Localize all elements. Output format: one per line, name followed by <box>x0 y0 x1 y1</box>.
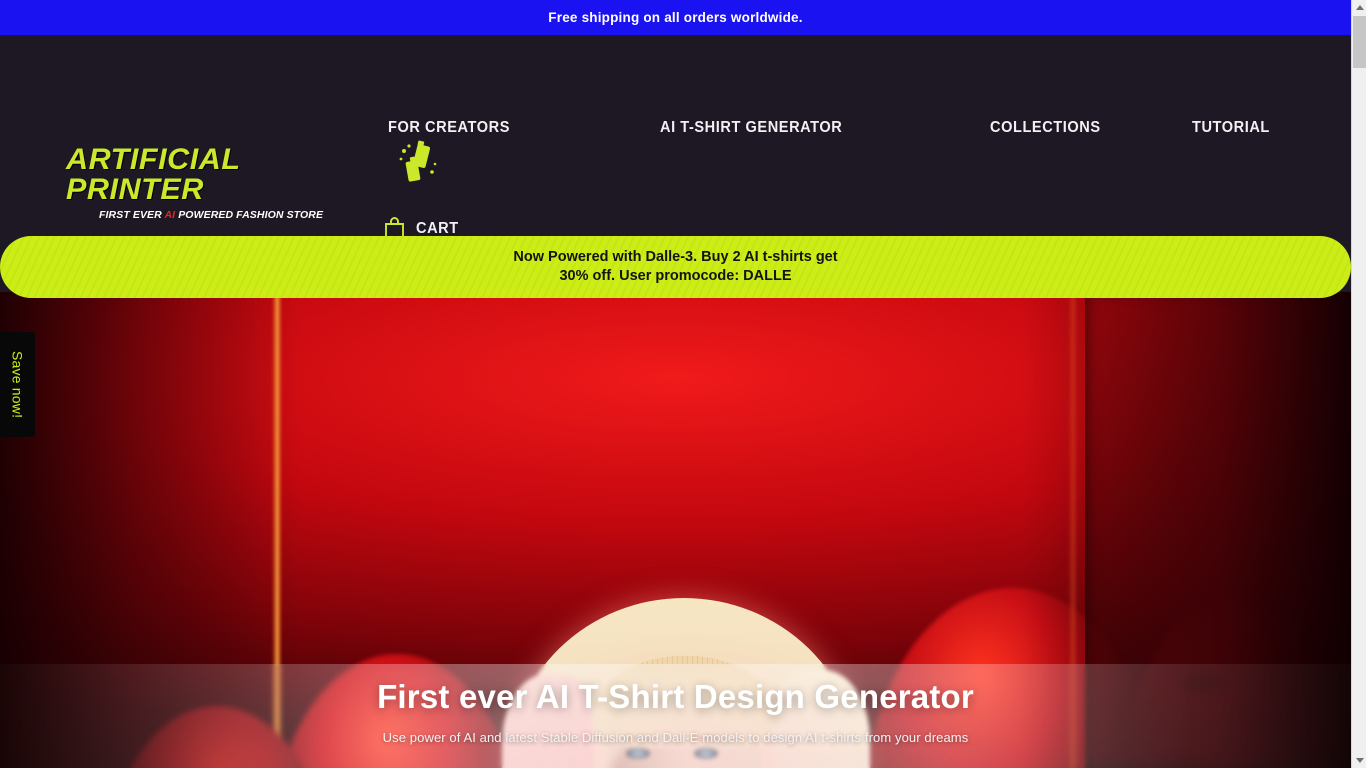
spray-paint-icon <box>397 139 439 187</box>
promo-text: Now Powered with Dalle-3. Buy 2 AI t-shi… <box>513 248 837 286</box>
site-header: ARTIFICIAL PRINTER FIRST EVER AI POWERED… <box>0 35 1351 243</box>
nav-item-collections[interactable]: COLLECTIONS <box>990 119 1101 137</box>
logo-wordmark: ARTIFICIAL PRINTER <box>66 143 240 206</box>
logo-tagline: FIRST EVER AI POWERED FASHION STORE <box>99 210 376 221</box>
hero-copy: First ever AI T-Shirt Design Generator U… <box>0 664 1351 768</box>
hero-subtitle: Use power of AI and latest Stable Diffus… <box>382 729 969 745</box>
logo-tagline-after: POWERED FASHION STORE <box>175 209 324 221</box>
logo-wordmark-row: ARTIFICIAL PRINTER <box>66 140 437 205</box>
promo-banner[interactable]: Now Powered with Dalle-3. Buy 2 AI t-shi… <box>0 236 1351 298</box>
page-scrollbar[interactable] <box>1351 0 1366 768</box>
site-logo[interactable]: ARTIFICIAL PRINTER FIRST EVER AI POWERED… <box>66 140 437 221</box>
logo-tagline-before: FIRST EVER <box>99 209 165 221</box>
save-now-label: Save now! <box>9 350 26 419</box>
promo-line-2: 30% off. User promocode: DALLE <box>559 268 792 284</box>
nav-item-for-creators[interactable]: FOR CREATORS <box>388 119 510 137</box>
main-navigation: FOR CREATORS AI T-SHIRT GENERATOR COLLEC… <box>388 119 1275 137</box>
promo-line-1: Now Powered with Dalle-3. Buy 2 AI t-shi… <box>513 249 838 265</box>
page-content: Free shipping on all orders worldwide. A… <box>0 0 1351 768</box>
scrollbar-thumb[interactable] <box>1353 16 1366 68</box>
nav-item-tutorial[interactable]: TUTORIAL <box>1192 119 1270 137</box>
announcement-text: Free shipping on all orders worldwide. <box>548 10 803 25</box>
logo-tagline-highlight: AI <box>164 209 176 221</box>
nav-item-ai-tshirt-generator[interactable]: AI T-SHIRT GENERATOR <box>660 119 842 137</box>
hero-title: First ever AI T-Shirt Design Generator <box>377 678 974 715</box>
scroll-up-icon[interactable] <box>1352 0 1366 15</box>
scroll-down-icon[interactable] <box>1352 753 1366 768</box>
hero-section: First ever AI T-Shirt Design Generator U… <box>0 292 1351 768</box>
announcement-bar: Free shipping on all orders worldwide. <box>0 0 1351 35</box>
save-now-tab[interactable]: Save now! <box>0 332 35 437</box>
browser-viewport: Free shipping on all orders worldwide. A… <box>0 0 1366 768</box>
